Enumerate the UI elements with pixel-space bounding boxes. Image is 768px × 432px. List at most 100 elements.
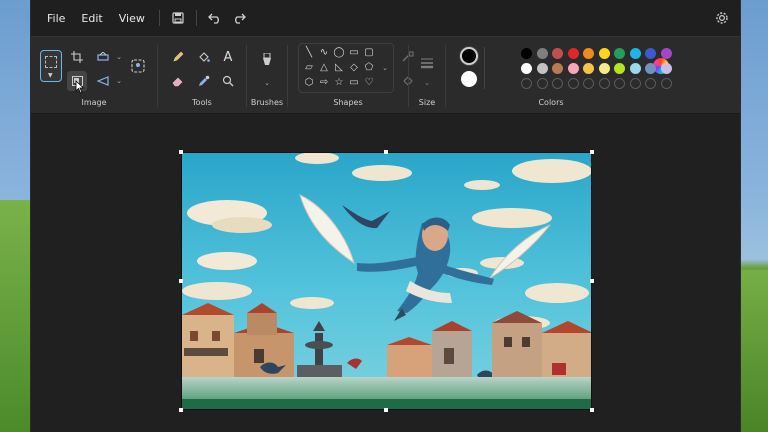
heart-shape-icon[interactable]: ♡ [363, 77, 375, 89]
brush-icon[interactable] [257, 51, 277, 71]
custom-color-slot[interactable] [598, 78, 610, 89]
rectangle-shape-icon[interactable]: ▭ [348, 47, 360, 59]
palette-color-swatch[interactable] [660, 63, 672, 74]
color-picker-icon[interactable] [194, 71, 214, 91]
primary-color-swatch[interactable] [460, 47, 478, 65]
brushes-group: ⌄ Brushes [247, 41, 287, 111]
menu-bar: File Edit View [31, 0, 740, 36]
custom-color-slot[interactable] [614, 78, 625, 89]
star-shape-icon[interactable]: ☆ [333, 77, 345, 89]
resize-handle-top[interactable] [384, 150, 388, 154]
resize-handle-bottom[interactable] [384, 408, 388, 412]
save-icon[interactable] [166, 6, 190, 30]
resize-handle-top-left[interactable] [179, 150, 183, 154]
palette-color-swatch[interactable] [598, 48, 610, 59]
settings-gear-icon[interactable] [712, 8, 732, 28]
ribbon-toolbar: ▼ ⌄ ⌄ Image A Tools ⌄ Brushes ╲ ∿ ◯ ▭ ▢ … [31, 36, 740, 114]
eraser-icon[interactable] [168, 71, 188, 91]
custom-color-slot[interactable] [552, 78, 563, 89]
palette-color-swatch[interactable] [567, 63, 579, 74]
resize-handle-left[interactable] [179, 279, 183, 283]
palette-color-swatch[interactable] [521, 63, 532, 74]
tools-group-label: Tools [192, 98, 212, 107]
palette-color-swatch[interactable] [629, 63, 641, 74]
palette-color-swatch[interactable] [598, 63, 610, 74]
resize-handle-top-right[interactable] [590, 150, 594, 154]
text-icon[interactable]: A [218, 47, 238, 67]
paint-window: File Edit View ▼ ⌄ ⌄ Image A Tools ⌄ Bru… [30, 0, 741, 432]
colors-group-label: Colors [538, 98, 564, 107]
shapes-group-label: Shapes [333, 98, 363, 107]
palette-color-swatch[interactable] [567, 48, 579, 59]
curve-shape-icon[interactable]: ∿ [318, 47, 330, 59]
polygon-shape-icon[interactable]: ▱ [303, 62, 315, 74]
palette-color-swatch[interactable] [645, 48, 656, 59]
mouse-cursor-icon [75, 79, 85, 94]
custom-color-slot[interactable] [567, 78, 579, 89]
menu-separator [195, 10, 197, 26]
line-width-icon[interactable] [417, 53, 437, 73]
redo-icon[interactable] [227, 6, 251, 30]
custom-color-slot[interactable] [660, 78, 672, 89]
palette-color-swatch[interactable] [629, 48, 641, 59]
palette-color-swatch[interactable] [645, 63, 656, 74]
chevron-down-icon[interactable]: ⌄ [109, 71, 129, 91]
chevron-down-icon[interactable]: ⌄ [417, 73, 437, 93]
custom-color-slot[interactable] [536, 78, 548, 89]
palette-color-swatch[interactable] [536, 48, 548, 59]
undo-icon[interactable] [203, 6, 227, 30]
menu-edit[interactable]: Edit [73, 8, 110, 29]
hexagon-shape-icon[interactable]: ⬡ [303, 77, 315, 89]
selection-rectangle-icon [45, 56, 57, 68]
palette-color-swatch[interactable] [614, 63, 625, 74]
canvas-workspace [31, 114, 740, 432]
magnifier-icon[interactable] [218, 71, 238, 91]
menu-separator [158, 10, 160, 26]
line-shape-icon[interactable]: ╲ [303, 47, 315, 59]
image-group-label: Image [81, 98, 107, 107]
shapes-gallery: ╲ ∿ ◯ ▭ ▢ ▱ △ ◺ ◇ ⬠ ⬡ ⇨ ☆ ▭ ♡ ⌄ [298, 43, 394, 93]
diamond-shape-icon[interactable]: ◇ [348, 62, 360, 74]
pencil-icon[interactable] [168, 47, 188, 67]
tools-group: A Tools [158, 41, 246, 111]
palette-color-swatch[interactable] [552, 63, 563, 74]
pentagon-shape-icon[interactable]: ⬠ [363, 62, 375, 74]
group-separator [287, 45, 288, 107]
right-arrow-shape-icon[interactable]: ⇨ [318, 77, 330, 89]
fill-bucket-icon[interactable] [194, 47, 214, 67]
palette-color-swatch[interactable] [614, 48, 625, 59]
resize-handle-right[interactable] [590, 279, 594, 283]
chevron-down-icon[interactable]: ⌄ [257, 73, 277, 93]
resize-handle-bottom-right[interactable] [590, 408, 594, 412]
menu-file[interactable]: File [39, 8, 73, 29]
menu-view[interactable]: View [111, 8, 153, 29]
palette-color-swatch[interactable] [521, 48, 532, 59]
chevron-down-icon[interactable]: ⌄ [109, 47, 129, 67]
oval-shape-icon[interactable]: ◯ [333, 47, 345, 59]
custom-color-slot[interactable] [583, 78, 594, 89]
resize-handle-bottom-left[interactable] [179, 408, 183, 412]
crop-icon[interactable] [67, 47, 87, 67]
palette-color-swatch[interactable] [536, 63, 548, 74]
secondary-color-swatch[interactable] [461, 71, 477, 87]
callout-shape-icon[interactable]: ▭ [348, 77, 360, 89]
triangle-shape-icon[interactable]: △ [318, 62, 330, 74]
palette-color-swatch[interactable] [552, 48, 563, 59]
selection-button[interactable]: ▼ [40, 50, 62, 82]
rounded-rectangle-shape-icon[interactable]: ▢ [363, 47, 375, 59]
palette-separator [484, 47, 485, 89]
right-triangle-shape-icon[interactable]: ◺ [333, 62, 345, 74]
chevron-down-icon[interactable]: ⌄ [379, 62, 391, 74]
image-group: ▼ ⌄ ⌄ Image [31, 41, 157, 111]
palette-color-swatch[interactable] [660, 48, 672, 59]
custom-color-slot[interactable] [521, 78, 532, 89]
palette-color-swatch[interactable] [583, 63, 594, 74]
image-properties-icon[interactable] [128, 56, 148, 76]
desktop-wallpaper-right [738, 270, 768, 432]
custom-color-slot[interactable] [629, 78, 641, 89]
palette-color-swatch[interactable] [583, 48, 594, 59]
shapes-group: ╲ ∿ ◯ ▭ ▢ ▱ △ ◺ ◇ ⬠ ⬡ ⇨ ☆ ▭ ♡ ⌄ Shapes [298, 41, 414, 111]
artwork-flying-figure [182, 153, 591, 409]
custom-color-slot[interactable] [645, 78, 656, 89]
canvas-image[interactable] [181, 152, 592, 410]
